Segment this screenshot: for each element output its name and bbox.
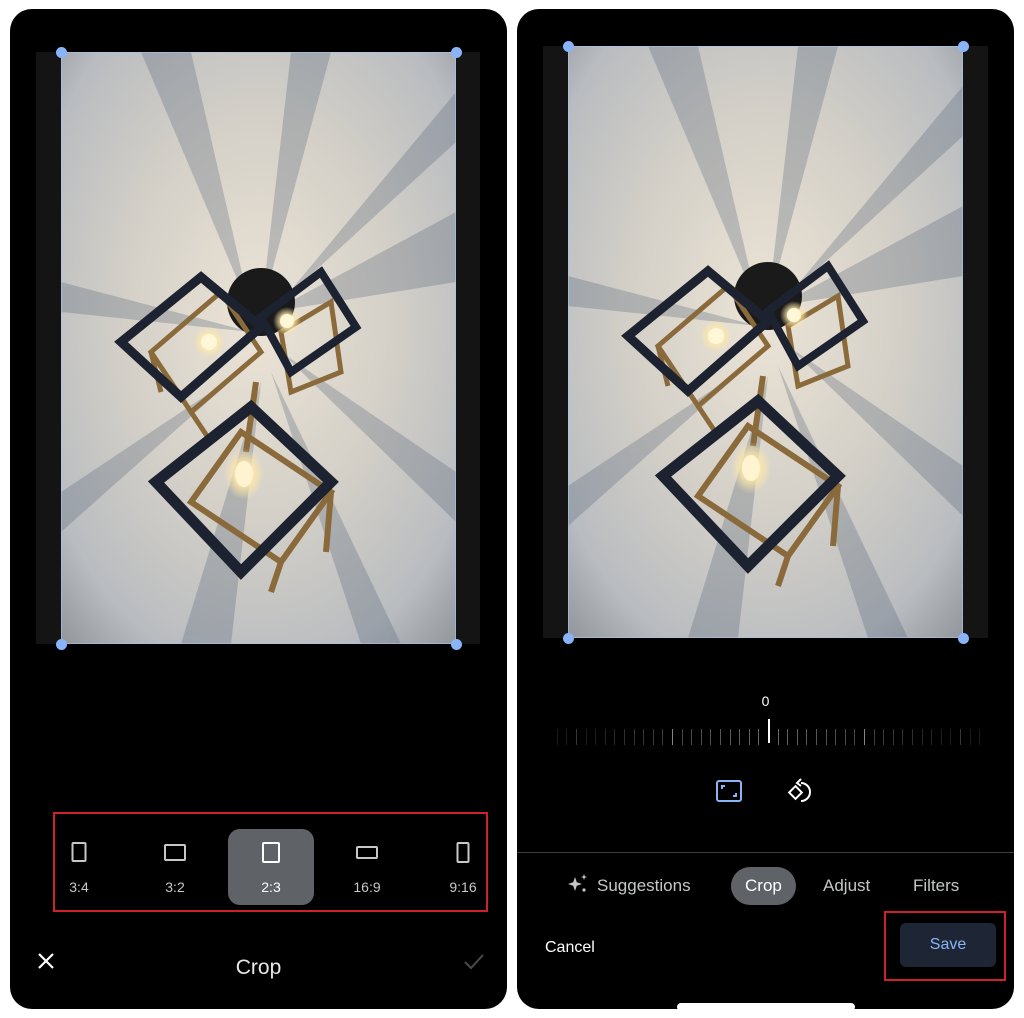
aspect-ratio-2-3[interactable]: 2:3	[228, 829, 314, 905]
ruler-tick	[758, 729, 760, 745]
crop-screen-left: 3:4 3:2 2:3 16:9 9:16 Crop	[10, 9, 507, 1009]
aspect-label: 2:3	[261, 879, 281, 895]
portrait-rect-icon	[262, 842, 280, 863]
wide-rect-icon	[356, 846, 378, 859]
sparkle-icon	[568, 874, 587, 892]
ruler-tick	[672, 729, 673, 745]
ruler-tick	[556, 729, 558, 745]
tab-filters[interactable]: Filters	[913, 867, 959, 905]
check-icon	[464, 954, 484, 970]
aspect-ratio-3-2[interactable]: 3:2	[132, 829, 218, 905]
crop-handle-bottom-left[interactable]	[55, 638, 67, 650]
tab-label: Adjust	[823, 876, 871, 895]
aspect-ratio-3-4[interactable]: 3:4	[36, 829, 122, 905]
ruler-tick	[720, 729, 721, 745]
tab-label: Crop	[745, 876, 782, 895]
ruler-tick	[844, 729, 846, 745]
ruler-tick	[595, 729, 597, 745]
ruler-tick	[950, 729, 952, 745]
ruler-tick	[604, 729, 606, 745]
crop-handle-top-right[interactable]	[450, 46, 462, 58]
ruler-tick	[643, 729, 645, 745]
photo-preview[interactable]	[568, 46, 963, 638]
ruler-tick	[969, 729, 971, 745]
ruler-tick	[835, 729, 837, 745]
ruler-tick	[576, 729, 577, 745]
ruler-tick	[902, 729, 904, 745]
screen-title: Crop	[235, 956, 282, 979]
ruler-center-tick	[768, 719, 770, 743]
ruler-tick	[748, 729, 750, 745]
ruler-tick	[614, 729, 616, 745]
aspect-label: 3:2	[165, 879, 185, 895]
crop-screen-right: 0 Suggestions Crop Adjust Filters Cancel…	[517, 9, 1014, 1009]
confirm-button[interactable]	[462, 949, 486, 973]
ruler-tick	[796, 729, 798, 745]
ruler-tick	[566, 729, 568, 745]
ruler-tick	[873, 729, 875, 745]
ruler-tick	[729, 729, 731, 745]
ruler-tick	[624, 729, 625, 745]
ruler-tick	[912, 729, 913, 745]
rotate-button[interactable]	[787, 777, 815, 805]
ruler-tick	[662, 729, 664, 745]
ruler-tick	[960, 729, 961, 745]
crop-handle-bottom-right[interactable]	[450, 638, 462, 650]
ruler-tick	[816, 729, 817, 745]
ruler-tick	[787, 729, 789, 745]
ruler-tick	[585, 729, 587, 745]
crop-handle-top-right[interactable]	[957, 40, 969, 52]
ruler-tick	[883, 729, 885, 745]
aspect-ratio-icon	[716, 780, 742, 802]
ruler-tick	[710, 729, 712, 745]
save-button[interactable]: Save	[900, 923, 996, 967]
tab-crop[interactable]: Crop	[731, 867, 796, 905]
tab-adjust[interactable]: Adjust	[823, 867, 870, 905]
rotate-icon	[787, 778, 811, 802]
ruler-tick	[739, 729, 741, 745]
ruler-tick	[633, 729, 635, 745]
aspect-label: 9:16	[449, 879, 477, 895]
ruler-tick	[652, 729, 654, 745]
ruler-tick	[931, 729, 933, 745]
tall-rect-icon	[456, 842, 470, 863]
divider	[517, 852, 1014, 853]
photo-preview[interactable]	[61, 52, 456, 644]
aspect-ratio-16-9[interactable]: 16:9	[324, 829, 410, 905]
ruler-tick	[700, 729, 702, 745]
tab-label: Suggestions	[597, 876, 691, 895]
aspect-label: 3:4	[69, 879, 89, 895]
ruler-tick	[825, 729, 827, 745]
tab-suggestions[interactable]: Suggestions	[567, 867, 691, 905]
aspect-ratio-9-16[interactable]: 9:16	[420, 829, 506, 905]
ruler-tick	[979, 729, 981, 745]
straighten-angle-value: 0	[761, 693, 770, 709]
aspect-label: 16:9	[353, 879, 381, 895]
cancel-button[interactable]: Cancel	[545, 935, 595, 961]
home-indicator[interactable]	[677, 1003, 855, 1009]
ruler-tick	[892, 729, 894, 745]
ruler-tick	[921, 729, 923, 745]
aspect-ratio-button[interactable]	[715, 777, 743, 805]
ruler-tick	[864, 729, 865, 745]
ruler-tick	[854, 729, 856, 745]
crop-handle-bottom-right[interactable]	[957, 632, 969, 644]
ruler-tick	[691, 729, 693, 745]
tab-label: Filters	[913, 876, 960, 895]
portrait-rect-icon	[71, 842, 87, 862]
ruler-tick	[777, 729, 779, 745]
ruler-tick	[806, 729, 808, 745]
landscape-rect-icon	[164, 844, 186, 861]
crop-handle-bottom-left[interactable]	[562, 632, 574, 644]
crop-handle-top-left[interactable]	[55, 46, 67, 58]
ruler-tick	[940, 729, 942, 745]
crop-handle-top-left[interactable]	[562, 40, 574, 52]
straighten-slider[interactable]	[553, 717, 983, 747]
ruler-tick	[681, 729, 683, 745]
